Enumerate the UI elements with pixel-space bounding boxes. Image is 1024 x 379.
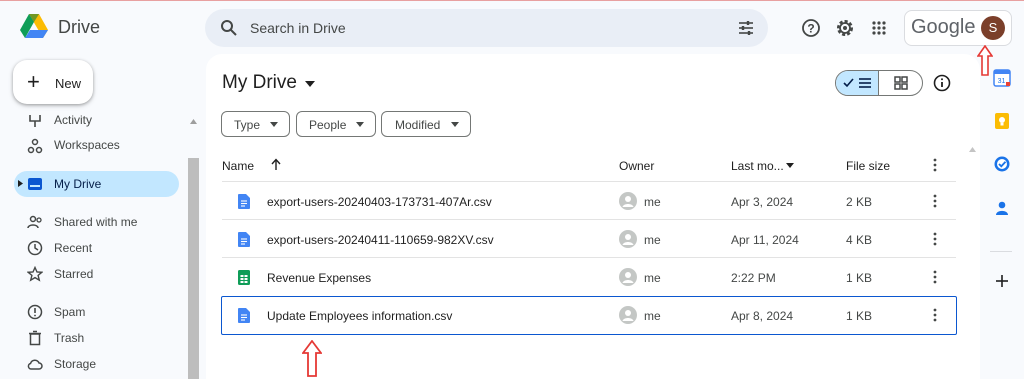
more-vert-icon[interactable] bbox=[932, 270, 938, 284]
sort-up-arrow-icon[interactable] bbox=[271, 158, 281, 171]
check-list-icon bbox=[843, 78, 871, 88]
sidebar-item-spam[interactable]: Spam bbox=[54, 305, 85, 319]
settings-gear-icon[interactable] bbox=[835, 18, 855, 38]
column-header-owner[interactable]: Owner bbox=[619, 159, 654, 173]
app-name: Drive bbox=[58, 17, 101, 37]
file-name[interactable]: Update Employees information.csv bbox=[267, 309, 452, 323]
sidebar-item-recent[interactable]: Recent bbox=[54, 241, 92, 255]
search-input[interactable]: Search in Drive bbox=[250, 20, 346, 36]
owner-avatar-icon bbox=[619, 268, 637, 286]
google-docs-icon bbox=[238, 194, 250, 209]
file-size: 4 KB bbox=[846, 233, 873, 247]
file-owner: me bbox=[644, 233, 661, 247]
new-button-label: New bbox=[55, 76, 82, 91]
google-docs-icon bbox=[238, 308, 250, 323]
divider bbox=[222, 219, 956, 220]
more-vert-icon[interactable] bbox=[932, 194, 938, 208]
file-modified: Apr 3, 2024 bbox=[731, 195, 794, 209]
column-header-name[interactable]: Name bbox=[222, 159, 254, 173]
more-vert-icon[interactable] bbox=[932, 232, 938, 246]
file-owner: me bbox=[644, 271, 661, 285]
tasks-icon[interactable] bbox=[993, 155, 1011, 173]
file-modified: Apr 11, 2024 bbox=[731, 233, 799, 247]
sidebar-item-trash[interactable]: Trash bbox=[54, 331, 84, 345]
file-modified: Apr 8, 2024 bbox=[731, 309, 794, 323]
svg-text:?: ? bbox=[807, 22, 814, 36]
file-name[interactable]: export-users-20240403-173731-407Ar.csv bbox=[267, 195, 492, 209]
more-vert-icon[interactable] bbox=[932, 308, 938, 322]
shared-people-icon bbox=[27, 215, 42, 229]
plus-icon: + bbox=[27, 69, 40, 94]
file-modified: 2:22 PM bbox=[731, 271, 776, 285]
filter-chip-people-label: People bbox=[309, 118, 347, 132]
sidebar-item-workspaces[interactable]: Workspaces bbox=[54, 138, 120, 152]
chevron-down-icon bbox=[270, 122, 278, 127]
column-header-last-modified[interactable]: Last mo... bbox=[731, 159, 784, 173]
chevron-down-icon bbox=[356, 122, 364, 127]
filter-chip-type-label: Type bbox=[234, 118, 261, 132]
file-owner: me bbox=[644, 195, 661, 209]
grid-view-icon[interactable] bbox=[894, 76, 908, 90]
chevron-down-icon[interactable] bbox=[786, 163, 794, 168]
owner-avatar-icon bbox=[619, 192, 637, 210]
sidebar-item-starred[interactable]: Starred bbox=[54, 267, 93, 281]
google-sheets-icon bbox=[238, 270, 250, 285]
trash-icon bbox=[29, 330, 41, 346]
sidebar-item-activity[interactable]: Activity bbox=[54, 113, 92, 127]
apps-grid-icon[interactable] bbox=[869, 18, 889, 38]
info-icon[interactable] bbox=[933, 74, 951, 92]
svg-text:31: 31 bbox=[998, 78, 1006, 85]
nav-scroll-up-icon[interactable] bbox=[190, 119, 197, 124]
workspaces-icon bbox=[27, 138, 43, 154]
owner-avatar-icon bbox=[619, 306, 637, 324]
add-addon-plus-icon[interactable] bbox=[993, 272, 1011, 290]
divider bbox=[222, 181, 956, 182]
sidebar-item-storage[interactable]: Storage bbox=[54, 357, 96, 371]
annotation-arrow-icon bbox=[302, 340, 322, 377]
drive-logo-icon[interactable] bbox=[20, 13, 48, 39]
sidebar-scrollbar[interactable] bbox=[188, 158, 199, 379]
avatar[interactable]: S bbox=[981, 16, 1005, 40]
clock-icon bbox=[27, 240, 43, 256]
help-icon[interactable]: ? bbox=[801, 18, 821, 38]
file-size: 1 KB bbox=[846, 271, 873, 285]
more-vert-icon[interactable] bbox=[932, 158, 938, 172]
annotation-arrow-icon bbox=[977, 45, 993, 76]
spam-icon bbox=[27, 304, 43, 320]
file-size: 2 KB bbox=[846, 195, 873, 209]
search-icon[interactable] bbox=[220, 19, 238, 37]
sidebar-item-label-my-drive: My Drive bbox=[54, 177, 102, 191]
sidebar-item-shared-with-me[interactable]: Shared with me bbox=[54, 215, 137, 229]
chevron-down-icon bbox=[451, 122, 459, 127]
file-name[interactable]: export-users-20240411-110659-982XV.csv bbox=[267, 233, 494, 247]
expand-caret-icon[interactable] bbox=[18, 180, 23, 187]
cloud-icon bbox=[27, 359, 43, 370]
chevron-down-icon[interactable] bbox=[305, 81, 315, 87]
search-options-icon[interactable] bbox=[737, 19, 755, 37]
main-scroll-up-icon[interactable] bbox=[969, 147, 976, 152]
page-title[interactable]: My Drive bbox=[222, 72, 297, 94]
file-name[interactable]: Revenue Expenses bbox=[267, 271, 371, 285]
my-drive-icon bbox=[28, 178, 42, 190]
column-header-file-size[interactable]: File size bbox=[846, 159, 890, 173]
file-owner: me bbox=[644, 309, 661, 323]
calendar-icon[interactable]: 31 bbox=[993, 69, 1011, 87]
google-brand: Google bbox=[911, 16, 976, 38]
filter-chip-modified-label: Modified bbox=[395, 118, 441, 132]
keep-icon[interactable] bbox=[993, 112, 1011, 130]
owner-avatar-icon bbox=[619, 230, 637, 248]
google-docs-icon bbox=[238, 232, 250, 247]
file-size: 1 KB bbox=[846, 309, 873, 323]
divider bbox=[222, 257, 956, 258]
contacts-icon[interactable] bbox=[993, 199, 1011, 217]
activity-icon bbox=[29, 115, 41, 127]
star-icon bbox=[27, 266, 43, 282]
divider bbox=[990, 251, 1012, 252]
